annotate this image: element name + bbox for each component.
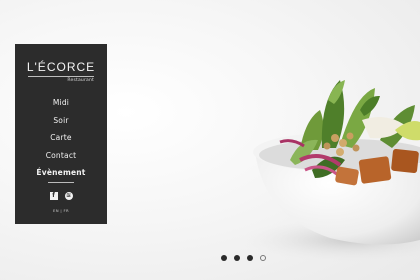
brand-logo[interactable]: L'ÉCORCE [15,60,107,74]
carousel-dot[interactable] [247,255,253,261]
nav-item-midi[interactable]: Midi [15,94,107,112]
nav-item-soir[interactable]: Soir [15,112,107,130]
social-links: f ≋ [15,191,107,200]
spotify-icon[interactable]: ≋ [64,191,73,200]
carousel-dots [221,255,266,261]
lang-en[interactable]: EN [53,208,59,213]
language-switcher: EN | FR [15,208,107,213]
nav-item-evenement[interactable]: Évènement [15,164,107,182]
main-nav: Midi Soir Carte Contact Évènement [15,94,107,183]
lang-fr[interactable]: FR [64,208,69,213]
nav-item-contact[interactable]: Contact [15,147,107,165]
logo-divider [28,76,94,77]
lang-separator: | [60,207,62,213]
carousel-dot[interactable] [234,255,240,261]
facebook-icon[interactable]: f [49,191,58,200]
active-nav-indicator [48,181,74,183]
brand-tagline: Restaurant [67,78,94,83]
sidebar-panel: L'ÉCORCE Restaurant Midi Soir Carte Cont… [15,44,107,224]
carousel-dot[interactable] [221,255,227,261]
carousel-dot-current[interactable] [260,255,266,261]
nav-item-carte[interactable]: Carte [15,129,107,147]
